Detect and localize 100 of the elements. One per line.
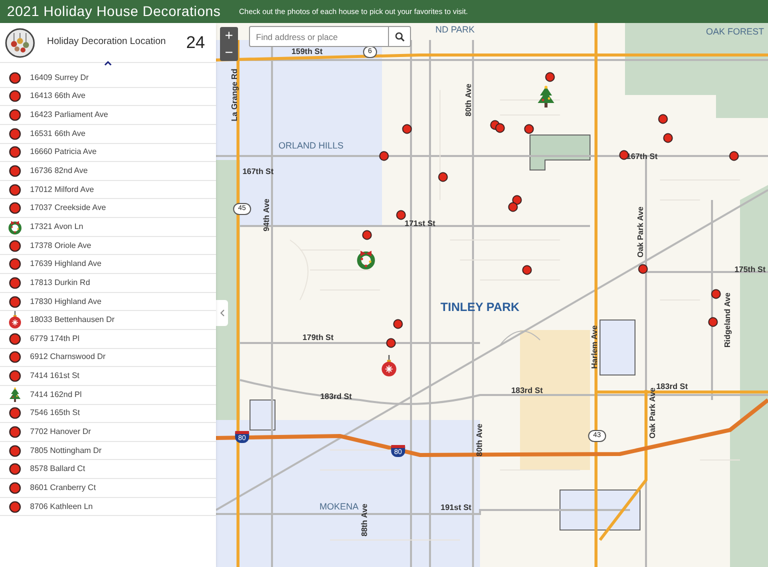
map-pin-icon xyxy=(663,133,673,143)
location-dot-icon xyxy=(9,370,21,382)
wreath-icon xyxy=(7,218,23,235)
address-text: 16413 66th Ave xyxy=(30,90,86,102)
street-label: Oak Park Ave xyxy=(647,388,657,438)
address-text: 6912 Charnswood Dr xyxy=(30,351,106,364)
location-list-item[interactable]: 17321 Avon Ln xyxy=(0,218,216,237)
app-title: 2021 Holiday House Decorations xyxy=(7,2,222,21)
map-pin-icon xyxy=(619,150,629,160)
street-label: 183rd St xyxy=(511,385,543,397)
street-label: 191st St xyxy=(440,502,472,514)
location-dot-icon xyxy=(9,407,21,420)
street-label: 183rd St xyxy=(656,381,688,393)
city-label: TINLEY PARK xyxy=(440,299,520,316)
search-button[interactable] xyxy=(389,26,411,47)
location-dot-icon xyxy=(9,426,21,438)
map-pin-icon xyxy=(508,202,518,212)
location-list-item[interactable]: 8578 Ballard Ct xyxy=(0,460,216,480)
street-label: 159th St xyxy=(291,46,323,58)
street-label: La Grange Rd xyxy=(229,68,240,122)
location-list-item[interactable]: 16409 Surrey Dr xyxy=(0,69,216,88)
address-text: 6779 174th Pl xyxy=(30,332,80,345)
location-dot-icon xyxy=(9,463,21,476)
address-text: 8578 Ballard Ct xyxy=(30,463,86,476)
location-list-item[interactable]: 17012 Milford Ave xyxy=(0,180,216,200)
zoom-out-button[interactable]: − xyxy=(220,44,238,61)
location-list-item[interactable]: 6912 Charnswood Dr xyxy=(0,348,216,368)
location-dot-icon xyxy=(9,128,21,140)
location-list-item[interactable]: 16413 66th Ave xyxy=(0,88,216,106)
ornaments-avatar-icon xyxy=(5,28,35,58)
location-list-item[interactable]: 17378 Oriole Ave xyxy=(0,236,216,256)
address-text: 8706 Kathleen Ln xyxy=(30,500,93,513)
location-list-item[interactable]: 16423 Parliament Ave xyxy=(0,106,216,125)
address-text: 17321 Avon Ln xyxy=(30,220,84,233)
map-pin-icon xyxy=(355,248,377,270)
location-dot-icon xyxy=(9,500,21,513)
location-dot-icon xyxy=(9,146,21,158)
location-dot-icon xyxy=(9,202,21,214)
address-text: 16531 66th Ave xyxy=(30,128,86,140)
panel-toggle-button[interactable] xyxy=(216,300,228,326)
location-dot-icon xyxy=(9,72,21,84)
street-label: 88th Ave xyxy=(359,504,370,536)
address-text: 17830 Highland Ave xyxy=(30,296,102,308)
christmas-tree-icon xyxy=(8,386,22,403)
address-text: 7702 Hanover Dr xyxy=(30,426,91,438)
address-text: 7414 162nd Pl xyxy=(30,388,82,401)
street-label: 171st St xyxy=(404,218,436,230)
location-dot-icon xyxy=(9,109,21,122)
address-text: 16660 Patricia Ave xyxy=(30,146,97,158)
search-field[interactable]: Find address or place xyxy=(249,26,389,47)
location-dot-icon xyxy=(9,332,21,345)
location-dot-icon xyxy=(9,296,21,308)
location-list-item[interactable]: 7546 165th St xyxy=(0,404,216,424)
chevron-left-icon xyxy=(220,309,224,317)
map-pin-icon xyxy=(396,210,406,220)
address-text: 7546 165th St xyxy=(30,407,80,420)
address-text: 17012 Milford Ave xyxy=(30,184,94,196)
location-dot-icon xyxy=(9,276,21,289)
street-label: 179th St xyxy=(302,332,334,344)
location-list-item[interactable]: 18033 Bettenhausen Dr xyxy=(0,311,216,330)
zoom-in-button[interactable]: + xyxy=(220,27,238,44)
street-label: Ridgeland Ave xyxy=(722,292,733,348)
map-pin-icon xyxy=(379,151,389,161)
map-pin-icon xyxy=(638,264,648,274)
collapse-caret-icon[interactable] xyxy=(103,60,113,66)
map-pin-icon xyxy=(708,317,718,327)
location-list-item[interactable]: 17037 Creekside Ave xyxy=(0,199,216,218)
location-dot-icon xyxy=(9,184,21,196)
map-pin-icon xyxy=(729,151,739,161)
map-pin-icon xyxy=(386,338,396,348)
map-pin-icon xyxy=(402,124,412,134)
map-pin-icon xyxy=(545,72,555,82)
location-list-item[interactable]: 8706 Kathleen Ln xyxy=(0,498,216,516)
location-dot-icon xyxy=(9,165,21,178)
location-list-item[interactable]: 17813 Durkin Rd xyxy=(0,274,216,293)
map-pin-icon xyxy=(438,172,448,182)
street-label: 183rd St xyxy=(320,391,352,403)
location-dot-icon xyxy=(9,482,21,494)
map-pin-icon xyxy=(711,289,721,299)
map-pin-icon xyxy=(362,230,372,240)
address-text: 7805 Nottingham Dr xyxy=(30,444,102,457)
location-list-item[interactable]: 6779 174th Pl xyxy=(0,330,216,349)
location-list-item[interactable]: 17830 Highland Ave xyxy=(0,292,216,312)
location-list-item[interactable]: 7414 161st St xyxy=(0,367,216,386)
location-list-item[interactable]: 7702 Hanover Dr xyxy=(0,423,216,442)
map-pin-icon xyxy=(535,85,557,109)
street-label: 94th Ave xyxy=(261,198,272,232)
address-text: 17813 Durkin Rd xyxy=(30,276,90,289)
location-list-item[interactable]: 16531 66th Ave xyxy=(0,124,216,144)
location-list-item[interactable]: 8601 Cranberry Ct xyxy=(0,479,216,498)
street-label: 175th St xyxy=(734,264,766,276)
street-label: 167th St xyxy=(626,151,658,163)
location-list-item[interactable]: 17639 Highland Ave xyxy=(0,255,216,274)
street-label: 80th Ave xyxy=(474,424,485,456)
map-pin-icon xyxy=(524,124,534,134)
location-list-item[interactable]: 7414 162nd Pl xyxy=(0,386,216,405)
location-list-item[interactable]: 7805 Nottingham Dr xyxy=(0,442,216,460)
location-dot-icon xyxy=(9,240,21,252)
location-list-item[interactable]: 16736 82nd Ave xyxy=(0,162,216,181)
location-list-item[interactable]: 16660 Patricia Ave xyxy=(0,144,216,162)
